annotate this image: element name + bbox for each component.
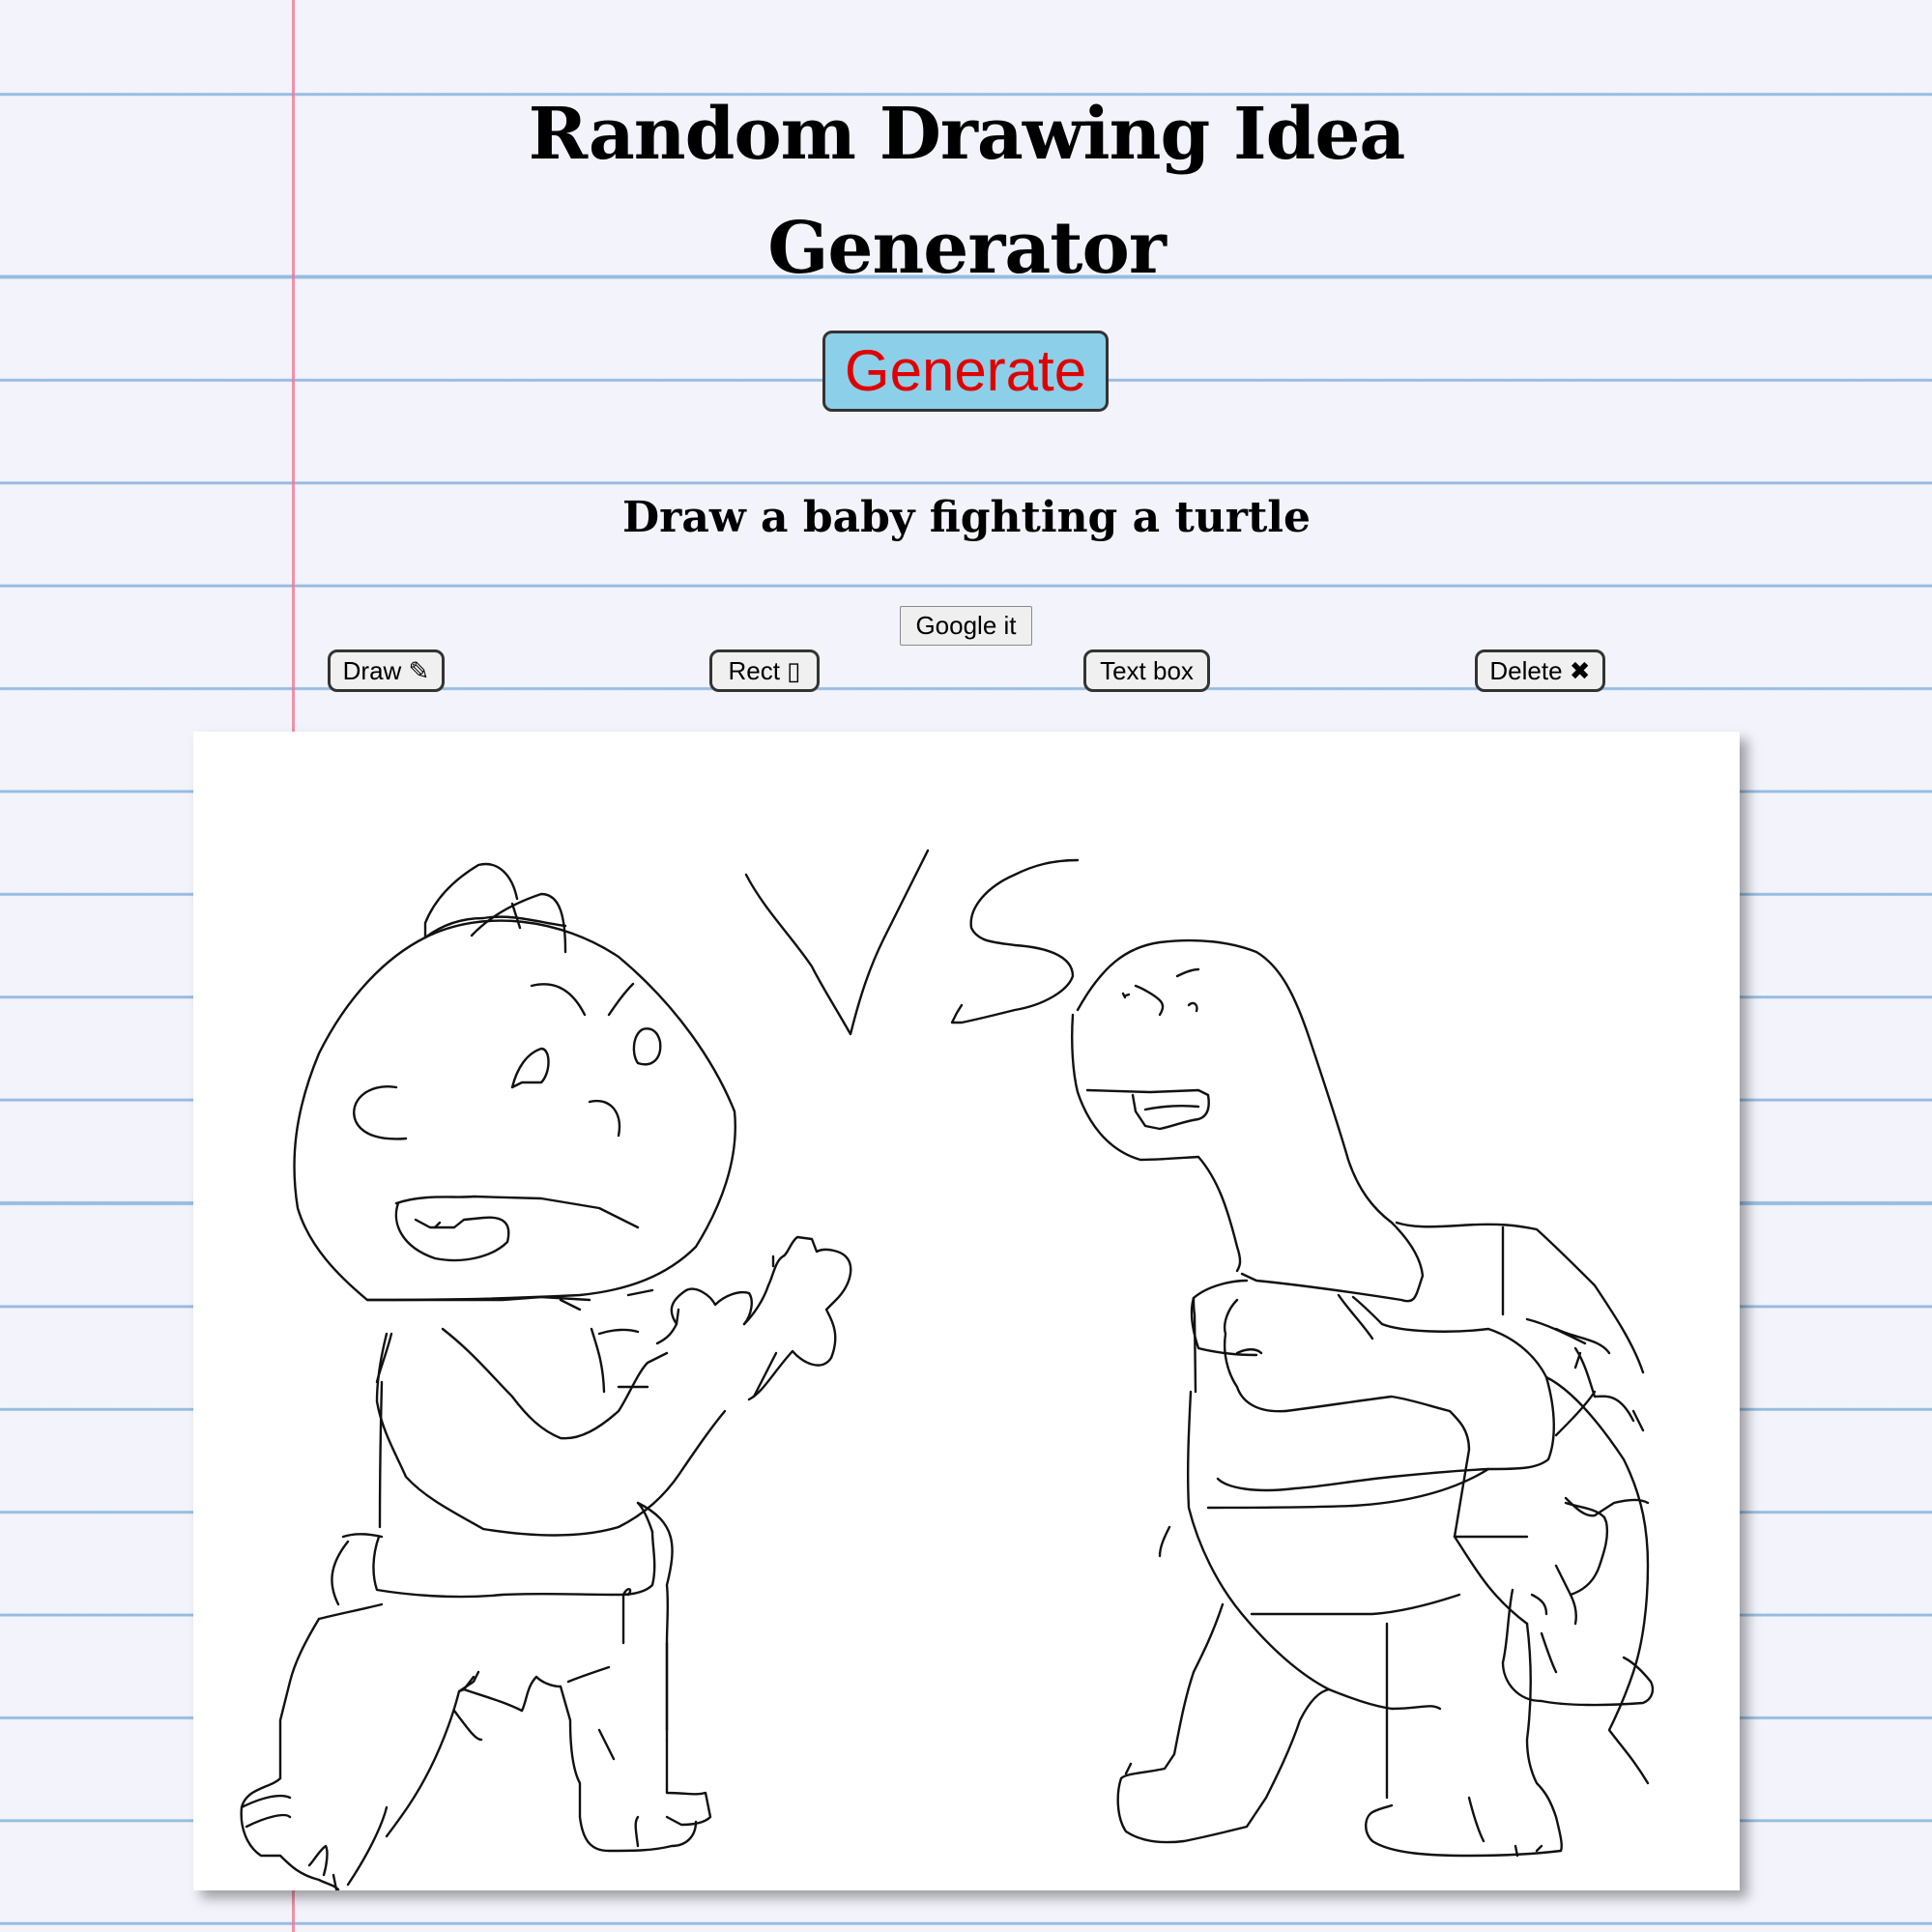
delete-tool-button[interactable]: Delete ✖ — [1475, 649, 1605, 692]
drawing-prompt: Draw a baby fighting a turtle — [621, 493, 1311, 542]
textbox-tool-button[interactable]: Text box — [1083, 649, 1210, 692]
page-title: Random Drawing Idea Generator — [528, 93, 1406, 290]
generate-button[interactable]: Generate — [822, 331, 1109, 412]
vs-sketch — [744, 849, 1080, 1036]
drawing-canvas[interactable] — [193, 732, 1740, 1890]
baby-sketch — [240, 862, 852, 1890]
sketch-drawing — [240, 849, 1655, 1890]
draw-tool-button[interactable]: Draw ✎ — [328, 649, 445, 692]
rect-tool-button[interactable]: Rect ▯ — [709, 649, 820, 692]
google-it-button[interactable]: Google it — [900, 606, 1032, 646]
turtle-sketch — [1071, 938, 1655, 1858]
